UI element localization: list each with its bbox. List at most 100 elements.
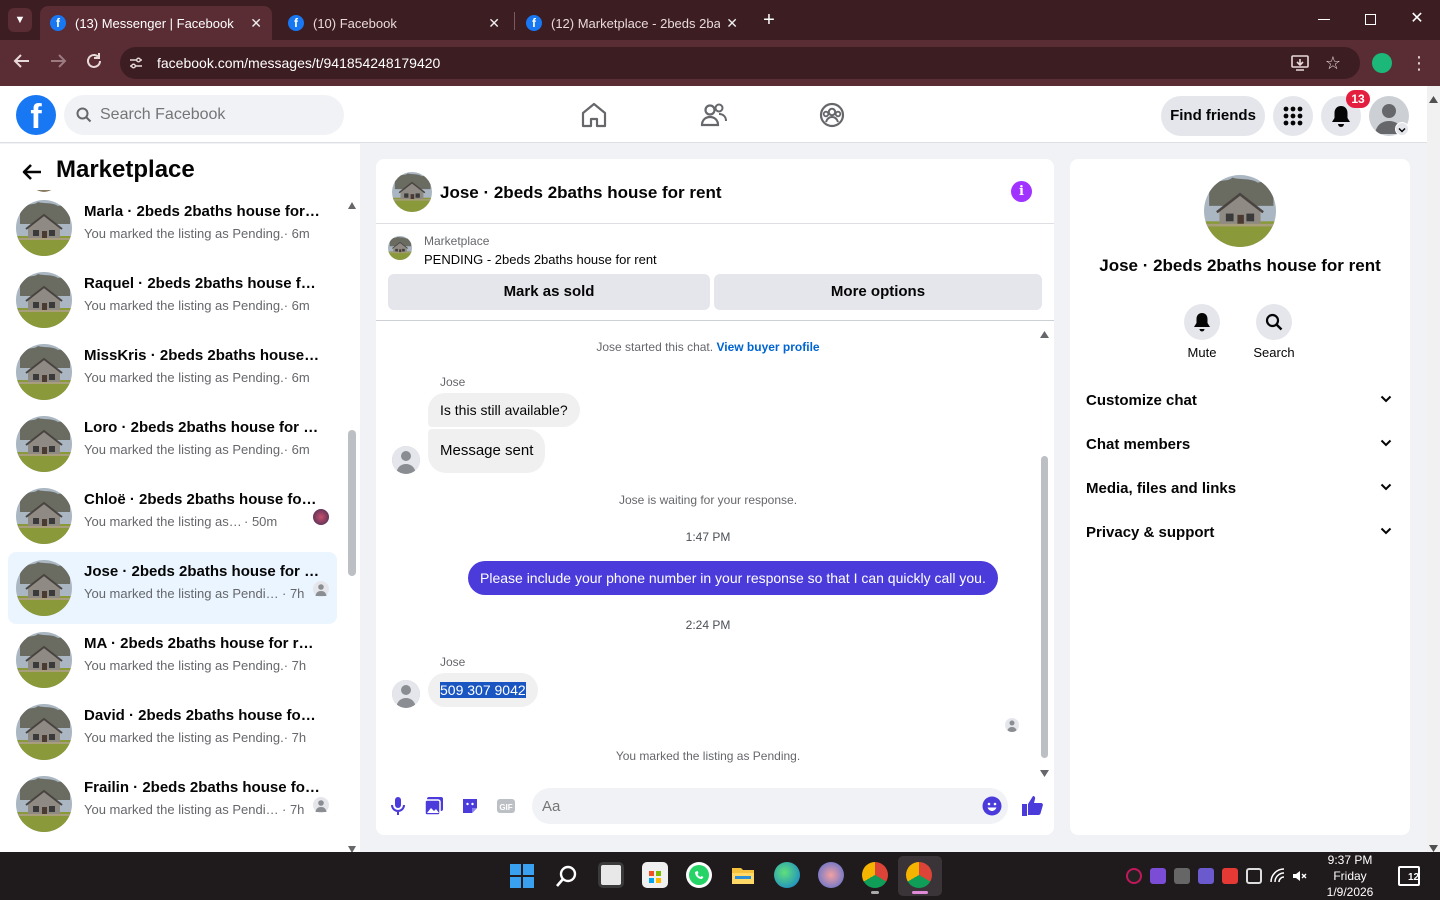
listing-thumb[interactable] xyxy=(388,236,412,260)
incoming-message[interactable]: Message sent xyxy=(428,429,546,473)
store-icon[interactable] xyxy=(642,862,668,888)
page-scrollbar-track[interactable] xyxy=(1427,86,1440,852)
incoming-message[interactable]: 509 307 9042 xyxy=(428,673,538,707)
chat-scrollbar-thumb[interactable] xyxy=(1041,456,1048,758)
conversation-item[interactable]: MissKris · 2beds 2baths house for rent Yo… xyxy=(8,336,337,408)
close-window-icon[interactable]: ✕ xyxy=(1406,8,1428,30)
reload-icon[interactable] xyxy=(83,52,105,74)
mark-as-sold-button[interactable]: Mark as sold xyxy=(388,274,710,310)
facebook-logo[interactable]: f xyxy=(16,95,56,135)
customize-chat-row[interactable]: Customize chat xyxy=(1086,392,1398,422)
pinned-app-icon[interactable] xyxy=(818,862,844,888)
phone-number-text[interactable]: 509 307 9042 xyxy=(440,682,526,698)
photo-icon[interactable] xyxy=(424,796,444,816)
outgoing-message[interactable]: Please include your phone number in your… xyxy=(468,561,998,595)
conversation-item[interactable]: Marla · 2beds 2baths house for rent You m… xyxy=(8,192,337,264)
tray-vpn-icon[interactable] xyxy=(1150,868,1166,884)
wifi-icon[interactable] xyxy=(1270,868,1286,884)
search-conversation-button[interactable] xyxy=(1256,304,1292,340)
site-settings-icon[interactable] xyxy=(127,54,145,72)
menu-grid-button[interactable] xyxy=(1273,96,1313,136)
like-thumbs-up-icon[interactable] xyxy=(1020,794,1044,818)
conversation-title: Loro · 2beds 2baths house for rent xyxy=(84,419,320,436)
restore-window-icon[interactable] xyxy=(1365,14,1376,25)
taskbar-search-icon[interactable] xyxy=(555,864,579,888)
mute-button[interactable] xyxy=(1184,304,1220,340)
tray-app-icon[interactable] xyxy=(1126,868,1142,884)
friends-icon[interactable] xyxy=(699,100,729,130)
volume-muted-icon[interactable] xyxy=(1292,868,1308,884)
chat-title[interactable]: Jose · 2beds 2baths house for rent xyxy=(440,183,722,203)
file-explorer-icon[interactable] xyxy=(730,862,756,888)
back-button[interactable] xyxy=(20,160,44,184)
groups-icon[interactable] xyxy=(817,100,847,130)
back-arrow-icon[interactable] xyxy=(11,52,33,74)
conversation-item[interactable]: Jose · 2beds 2baths house for rent You ma… xyxy=(8,552,337,624)
chat-header-avatar[interactable] xyxy=(392,172,432,212)
close-tab-icon[interactable]: ✕ xyxy=(488,15,500,32)
info-button[interactable]: i xyxy=(1011,181,1032,202)
chrome-profile-icon[interactable] xyxy=(906,862,932,888)
message-composer[interactable] xyxy=(532,788,1008,824)
close-tab-icon[interactable]: ✕ xyxy=(250,15,262,32)
conversation-item[interactable]: Chloë · 2beds 2baths house for rent You m… xyxy=(8,480,337,552)
sender-avatar[interactable] xyxy=(392,446,420,474)
sender-avatar[interactable] xyxy=(392,680,420,708)
tab-search-button[interactable]: ▼ xyxy=(8,8,32,32)
listing-status[interactable]: PENDING - 2beds 2baths house for rent xyxy=(424,252,657,267)
emoji-icon[interactable] xyxy=(982,796,1002,816)
close-tab-icon[interactable]: ✕ xyxy=(726,15,738,32)
conversation-item[interactable]: Frailin · 2beds 2baths house for rent You… xyxy=(8,768,337,840)
tray-recorder-icon[interactable] xyxy=(1222,868,1238,884)
gif-icon[interactable]: GIF xyxy=(496,796,516,816)
whatsapp-icon[interactable] xyxy=(686,862,712,888)
more-options-button[interactable]: More options xyxy=(714,274,1042,310)
extension-icon[interactable] xyxy=(1372,53,1392,73)
account-chevron-icon[interactable] xyxy=(1395,122,1409,136)
page-scroll-up-icon[interactable] xyxy=(1429,90,1438,103)
chat-scroll-down-icon[interactable] xyxy=(1040,765,1049,777)
chrome-icon[interactable] xyxy=(862,862,888,888)
microphone-icon[interactable] xyxy=(388,796,408,816)
conversation-item[interactable]: Raquel · 2beds 2baths house for rent You … xyxy=(8,264,337,336)
edge-icon[interactable] xyxy=(774,862,800,888)
message-input[interactable] xyxy=(542,788,962,824)
bookmark-star-icon[interactable]: ☆ xyxy=(1323,53,1343,73)
scroll-down-icon[interactable] xyxy=(348,840,356,853)
system-clock[interactable]: 9:37 PM Friday 1/9/2026 xyxy=(1318,852,1382,900)
bell-icon xyxy=(1332,106,1350,127)
media-files-links-row[interactable]: Media, files and links xyxy=(1086,480,1398,510)
details-avatar[interactable] xyxy=(1204,175,1276,247)
browser-menu-icon[interactable]: ⋮ xyxy=(1410,53,1428,73)
start-windows-icon[interactable] xyxy=(510,864,534,888)
conversation-item[interactable]: MA · 2beds 2baths house for rent You mark… xyxy=(8,624,337,696)
facebook-search-box[interactable] xyxy=(64,95,344,135)
tray-folder-icon[interactable] xyxy=(1198,868,1214,884)
forward-arrow-icon[interactable] xyxy=(47,52,69,74)
view-buyer-profile-link[interactable]: View buyer profile xyxy=(716,340,819,354)
browser-tab-messenger[interactable]: f (13) Messenger | Facebook ✕ xyxy=(40,6,272,40)
browser-tab-marketplace[interactable]: f (12) Marketplace - 2beds 2bath ✕ xyxy=(516,6,748,40)
browser-tab-facebook[interactable]: f (10) Facebook ✕ xyxy=(278,6,510,40)
chat-scroll-up-icon[interactable] xyxy=(1040,325,1049,338)
home-icon[interactable] xyxy=(579,100,609,130)
search-input[interactable] xyxy=(100,95,330,135)
sticker-icon[interactable] xyxy=(460,796,480,816)
conversation-item[interactable]: Loro · 2beds 2baths house for rent You ma… xyxy=(8,408,337,480)
notification-center-icon[interactable]: 12 xyxy=(1398,866,1420,886)
list-scrollbar-thumb[interactable] xyxy=(348,430,356,576)
scroll-up-icon[interactable] xyxy=(348,196,356,209)
new-tab-button[interactable]: + xyxy=(758,7,780,33)
tray-hidden-icon[interactable] xyxy=(1174,868,1190,884)
task-view-icon[interactable] xyxy=(598,862,624,888)
minimize-window-icon[interactable] xyxy=(1318,19,1330,20)
conversation-item[interactable]: David · 2beds 2baths house for rent You m… xyxy=(8,696,337,768)
tray-usb-icon[interactable] xyxy=(1246,868,1262,884)
install-app-icon[interactable] xyxy=(1290,53,1310,73)
page-scroll-down-icon[interactable] xyxy=(1429,840,1438,852)
incoming-message[interactable]: Is this still available? xyxy=(428,393,580,427)
privacy-support-row[interactable]: Privacy & support xyxy=(1086,524,1398,554)
chat-members-row[interactable]: Chat members xyxy=(1086,436,1398,466)
url-text[interactable]: facebook.com/messages/t/941854248179420 xyxy=(157,55,440,71)
find-friends-button[interactable]: Find friends xyxy=(1161,96,1265,136)
